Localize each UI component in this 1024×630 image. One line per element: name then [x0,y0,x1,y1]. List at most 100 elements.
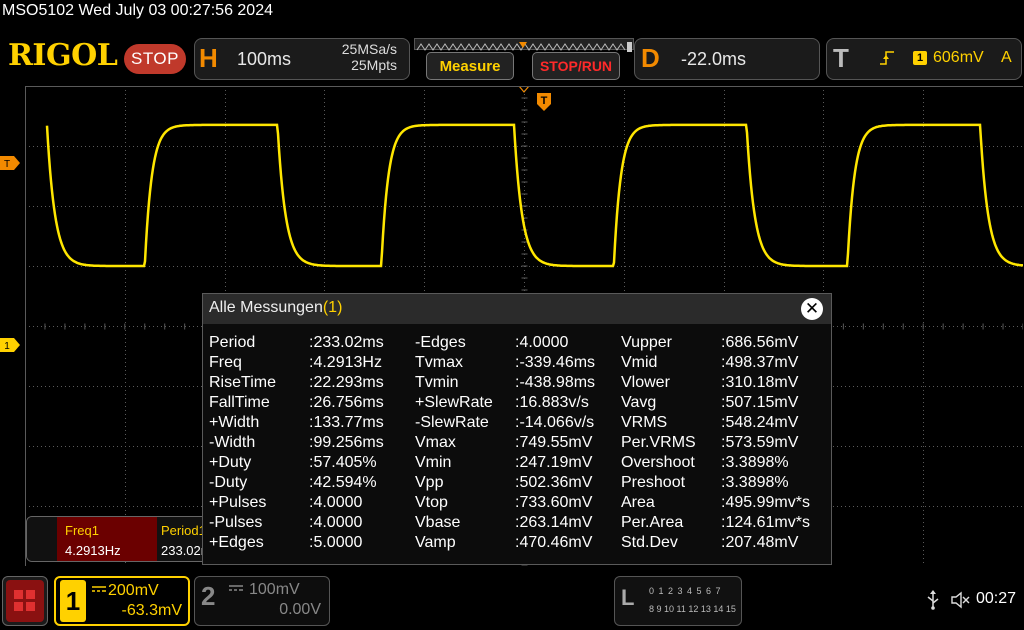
measurement-value: :22.293ms [309,374,384,391]
measurement-name: VRMS [621,414,668,431]
channel1-scale: 200mV [108,582,159,599]
clock: 00:27 [976,590,1017,607]
measurement-name: Vbase [415,514,461,531]
dialog-title-count: (1) [322,299,343,316]
trigger-panel[interactable]: T 1 606mV A [826,38,1022,80]
measurement-name: -Pulses [209,514,263,531]
stat-period-label: Period1 [161,523,206,538]
timebase-value: 100ms [237,49,292,69]
measurement-name: +Width [209,414,260,431]
channel2-scale: 100mV [249,581,300,598]
channel1-offset: -63.3mV [121,602,182,619]
measurement-name: Preshoot [621,474,686,491]
dialog-header[interactable]: Alle Messungen(1) ✕ [203,294,831,324]
usb-icon [927,590,939,610]
measurement-name: -Edges [415,334,466,351]
memory-depth: 25Mpts [351,57,397,73]
measurement-name: -Duty [209,474,248,491]
dc-coupling-icon [92,586,106,592]
sample-rate: 25MSa/s [341,41,397,57]
measurement-name: Per.Area [621,514,684,531]
measurement-name: Vlower [621,374,670,391]
measurement-name: Area [621,494,655,511]
stat-freq-label: Freq1 [65,523,99,538]
svg-text:1: 1 [4,341,10,352]
measurement-name: Vtop [415,494,448,511]
all-measurements-dialog[interactable]: Alle Messungen(1) ✕ Period :233.02ms -Edge… [202,293,832,565]
measurement-value: :-14.066v/s [515,414,595,431]
measurement-value: :26.756ms [309,394,384,411]
svg-text:T: T [4,159,10,170]
grid-menu-icon[interactable] [2,576,48,626]
channel2-offset: 0.00V [279,601,321,618]
measurement-value: :233.02ms [309,334,384,351]
rigol-logo: RIGOL [8,38,118,73]
measurement-name: Period [209,334,256,351]
delay-value: -22.0ms [681,49,747,69]
measurement-name: -SlewRate [415,414,489,431]
measurement-name: +Pulses [209,494,267,511]
dialog-title-text: Alle Messungen [209,299,323,316]
stat-freq-value: 4.2913Hz [65,543,121,558]
measurement-value: :4.0000 [309,514,363,531]
measure-button[interactable]: Measure [426,52,514,80]
measurement-value: :16.883v/s [515,394,589,411]
memory-navigator[interactable] [414,38,634,52]
measurement-value: :133.77ms [309,414,384,431]
trigger-mode: A [1001,49,1012,66]
channel1-number: 1 [60,580,86,622]
stop-run-button[interactable]: STOP/RUN [532,52,620,80]
trigger-level: 606mV [933,49,984,66]
measurement-value: :507.15mV [721,394,799,411]
delay-label: D [641,43,660,73]
trigger-level-marker[interactable]: T [0,156,20,170]
measurement-value: :4.0000 [515,334,569,351]
measurement-value: :470.46mV [515,534,593,551]
measurement-name: RiseTime [209,374,276,391]
measurement-value: :247.19mV [515,454,593,471]
measurement-name: Vmax [415,434,456,451]
measurement-value: :124.61mv*s [721,514,810,531]
memory-waveform-strip [416,42,632,52]
close-icon[interactable]: ✕ [801,298,823,320]
measurement-stat-box[interactable]: Freq1 4.2913Hz Period1 233.02m [26,516,212,562]
stat-freq-cell: Freq1 4.2913Hz [57,517,157,561]
measurement-value: :-438.98ms [515,374,596,391]
measurement-value: :4.0000 [309,494,363,511]
measurement-value: :57.405% [309,454,377,471]
measurement-value: :548.24mV [721,414,799,431]
measurement-value: :42.594% [309,474,377,491]
measurement-name: Freq [209,354,242,371]
delay-panel[interactable]: D -22.0ms [634,38,820,80]
channel1-offset-marker[interactable]: 1 [0,338,20,352]
measurement-name: Vmin [415,454,452,471]
measurement-value: :498.37mV [721,354,799,371]
measurement-value: :749.55mV [515,434,593,451]
horizontal-label: H [199,43,218,73]
logic-analyzer-label: L [621,585,635,610]
run-state-badge[interactable]: STOP [124,44,186,74]
measurement-name: Vpp [415,474,444,491]
measurement-value: :733.60mV [515,494,593,511]
speaker-mute-icon[interactable] [950,590,970,610]
trigger-source: 1 [913,51,927,65]
channel2-settings[interactable]: 2 100mV 0.00V [194,576,330,626]
logic-analyzer-settings[interactable]: L 0 1 2 3 4 5 6 7 8 9 10 11 12 13 14 15 [614,576,742,626]
trigger-label: T [833,43,849,73]
measurement-value: :573.59mV [721,434,799,451]
digital-channels-0-7: 0 1 2 3 4 5 6 7 [649,586,722,596]
acquisition-info: 25MSa/s 25Mpts [331,41,397,73]
rising-edge-icon [880,51,894,65]
dc-coupling-icon [229,585,243,591]
measurement-value: :263.14mV [515,514,593,531]
horizontal-panel[interactable]: H 100ms 25MSa/s 25Mpts [194,38,410,80]
measurement-name: Vupper [621,334,672,351]
measurement-value: :5.0000 [309,534,363,551]
measurement-value: :686.56mV [721,334,799,351]
measurement-value: :502.36mV [515,474,593,491]
channel1-settings[interactable]: 1 200mV -63.3mV [54,576,190,626]
dialog-title: Alle Messungen(1) [209,299,342,317]
measurement-name: Vamp [415,534,456,551]
measurement-name: +Duty [209,454,252,471]
measurement-name: Vavg [621,394,657,411]
